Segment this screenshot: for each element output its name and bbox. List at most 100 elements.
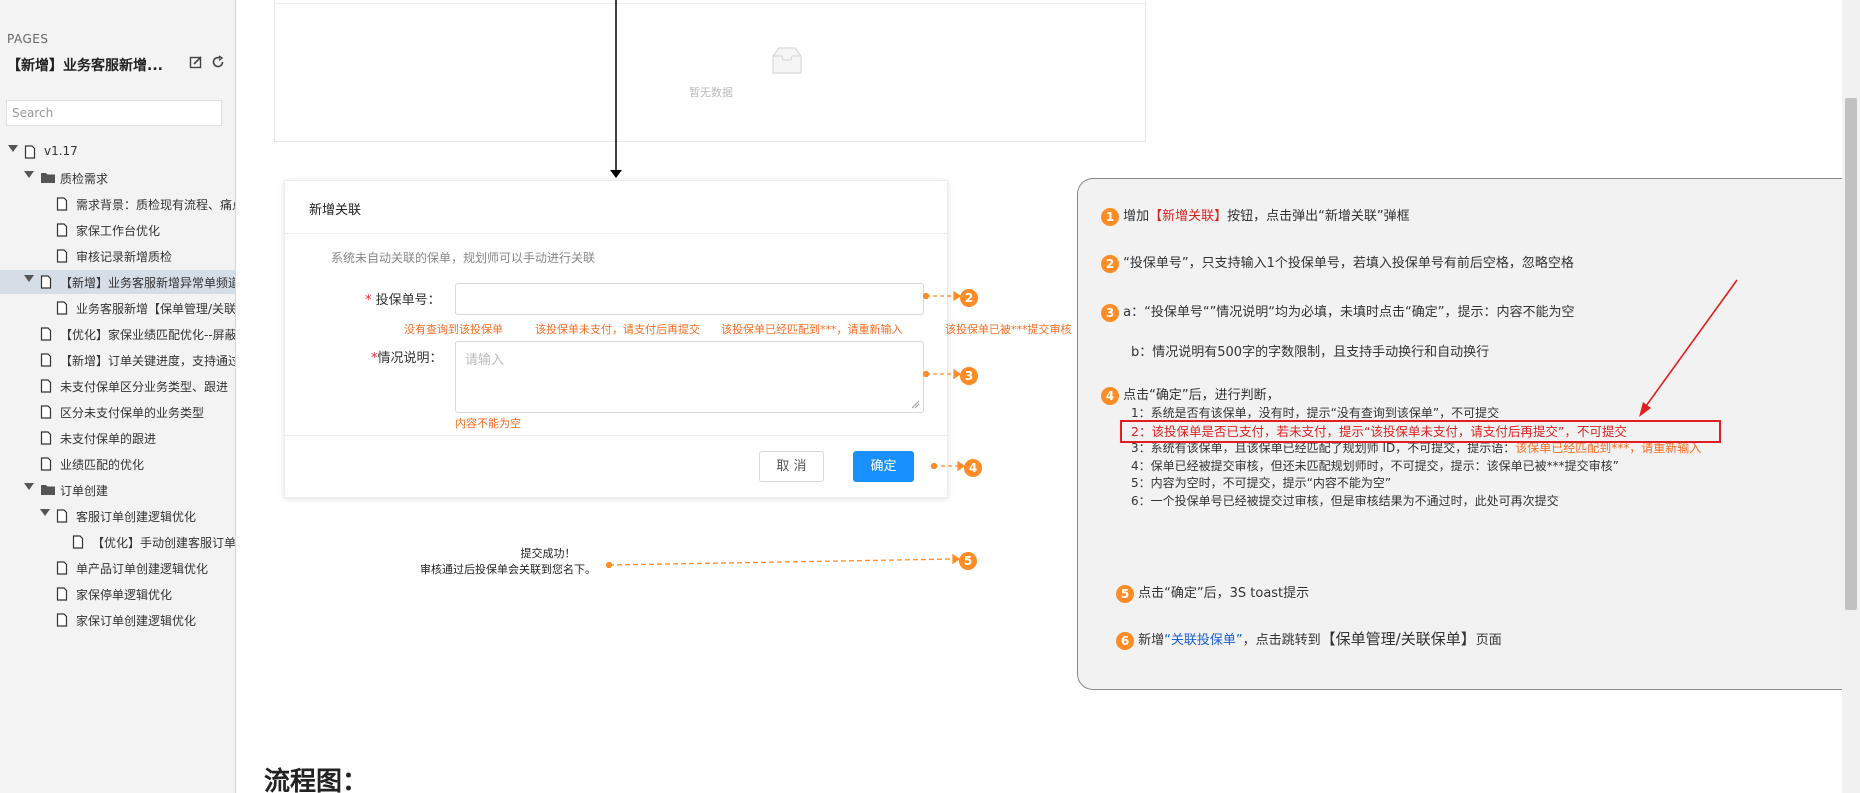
canvas: 暂无数据 新增关联 系统未自动关联的保单，规划师可以手动进行关联 * 投保单号：… [236, 0, 1860, 793]
rule-3-text: 3：系统有该保单，且该保单已经匹配了规划师 ID，不可提交，提示语： [1131, 441, 1516, 455]
caret-down-icon[interactable] [40, 509, 50, 516]
app: PAGES 【新增】业务客服新增... v1.17 质检需求需求背景：质检现有流程… [0, 0, 1860, 793]
tree-item[interactable]: 单产品订单创建逻辑优化 [0, 556, 235, 580]
tree-item-label: 客服订单创建逻辑优化 [76, 510, 197, 524]
tree-item[interactable]: 【新增】业务客服新增异常单频道 [0, 270, 236, 294]
annotation-2-badge: 2 [1101, 254, 1119, 273]
tree-item[interactable]: 【新增】订单关键进度，支持通过 [0, 348, 236, 372]
tree-item[interactable]: 需求背景：质检现有流程、痛点 [0, 192, 236, 216]
tree-item-label: 未支付保单的跟进 [60, 432, 157, 446]
edit-icon[interactable] [188, 55, 204, 71]
tree-item[interactable]: 客服订单创建逻辑优化 [0, 504, 235, 528]
page-icon [24, 145, 36, 162]
page-icon [56, 509, 68, 526]
tree-item-label: 【优化】家保业绩匹配优化--屏蔽 [60, 328, 236, 342]
section-heading: 流程图： [264, 767, 369, 793]
tree-item-label: 订单创建 [60, 484, 109, 498]
annotation-5-text: 点击“确定”后，3S toast提示 [1138, 586, 1310, 601]
tree-item[interactable]: 家保停单逻辑优化 [0, 582, 235, 606]
tree-item[interactable]: 未支付保单的跟进 [0, 426, 235, 450]
tree-item[interactable]: 审核记录新增质检 [0, 244, 235, 268]
tree-item[interactable]: 【优化】家保业绩匹配优化--屏蔽 [0, 322, 236, 346]
annotation-3: 3 a：“投保单号“”情况说明“均为必填，未填时点击“确定”，提示：内容不能为空 [1101, 301, 1575, 322]
tree-item-label: 未支付保单区分业务类型、跟进 [60, 380, 229, 394]
tree-item[interactable]: 家保订单创建逻辑优化 [0, 608, 235, 632]
tree-item-label: 需求背景：质检现有流程、痛点 [76, 198, 236, 212]
tree-item-label: 【优化】手动创建客服订单 [92, 536, 236, 550]
tree-item-label: 家保停单逻辑优化 [76, 588, 173, 602]
tree-item[interactable]: 业务客服新增【保单管理/关联】 [0, 296, 236, 320]
page-icon [56, 301, 68, 318]
annotation-6-mid: ，点击跳转到 [1242, 633, 1321, 648]
page-icon [40, 275, 52, 292]
tree-item[interactable]: 区分未支付保单的业务类型 [0, 400, 235, 424]
marker-4-badge: 4 [964, 458, 982, 477]
page-icon [56, 587, 68, 604]
annotation-6-pre: 新增 [1138, 633, 1165, 648]
tree-item-label: 区分未支付保单的业务类型 [60, 406, 205, 420]
folder-icon [40, 483, 56, 499]
annotation-3-line-a: a：“投保单号“”情况说明“均为必填，未填时点击“确定”，提示：内容不能为空 [1123, 305, 1575, 320]
caret-down-icon[interactable] [24, 275, 34, 282]
annotation-4: 4 点击“确定”后，进行判断， [1101, 384, 1280, 405]
annotation-1-badge: 1 [1101, 207, 1119, 226]
page-icon [56, 249, 68, 266]
caret-down-icon[interactable] [24, 483, 34, 490]
tree-item-label: 【新增】订单关键进度，支持通过 [60, 354, 236, 368]
highlight-box [1120, 420, 1721, 443]
page-icon [56, 223, 68, 240]
sidebar: PAGES 【新增】业务客服新增... v1.17 质检需求需求背景：质检现有流程… [0, 0, 236, 793]
tree-item[interactable]: 业绩匹配的优化 [0, 452, 235, 476]
tree-item-label: 家保工作台优化 [76, 224, 161, 238]
annotation-4-intro: 点击“确定”后，进行判断， [1123, 388, 1280, 403]
page-icon [40, 379, 52, 396]
marker-2: 2 [960, 287, 978, 307]
pages-label: PAGES [7, 32, 49, 46]
caret-down-icon[interactable] [24, 171, 34, 178]
rule-4: 4：保单已经被提交审核，但还未匹配规划师时，不可提交，提示：该保单已被***提交… [1131, 458, 1619, 473]
related-policy-link[interactable]: “关联投保单” [1164, 633, 1242, 648]
tree-item[interactable]: 质检需求 [0, 166, 235, 190]
annotation-6: 6 新增“关联投保单”，点击跳转到【保单管理/关联保单】页面 [1116, 628, 1502, 650]
toast-message: 提交成功！ [486, 546, 610, 561]
marker-2-badge: 2 [960, 288, 978, 307]
toast-line-2: 审核通过后投保单会关联到您名下。 [420, 563, 596, 576]
annotation-5: 5 点击“确定”后，3S toast提示 [1116, 582, 1309, 603]
tree-item-label: 业务客服新增【保单管理/关联】 [76, 302, 236, 316]
tree-item[interactable]: 家保工作台优化 [0, 218, 235, 242]
tree-item-label: 业绩匹配的优化 [60, 458, 145, 472]
doc-title[interactable]: 【新增】业务客服新增... [7, 55, 172, 75]
search-input[interactable] [6, 100, 222, 126]
marker-5: 5 [959, 550, 977, 570]
tree-item-label: 质检需求 [60, 172, 109, 186]
annotation-1: 1 增加【新增关联】按钮，点击弹出“新增关联”弹框 [1101, 205, 1410, 226]
scrollbar-thumb[interactable] [1845, 98, 1857, 610]
tree-item-label: 【新增】业务客服新增异常单频道 [60, 276, 236, 290]
annotation-5-badge: 5 [1116, 584, 1134, 603]
tree-item[interactable]: 未支付保单区分业务类型、跟进 [0, 374, 235, 398]
refresh-icon[interactable] [210, 55, 226, 71]
tree-item[interactable]: 【优化】手动创建客服订单 [0, 530, 236, 554]
vertical-scrollbar[interactable] [1842, 0, 1860, 793]
caret-down-icon[interactable] [8, 145, 18, 152]
marker-4: 4 [964, 457, 982, 477]
page-icon [56, 561, 68, 578]
tree-item-label: v1.17 [44, 144, 78, 158]
annotation-1-post: 按钮，点击弹出“新增关联”弹框 [1227, 209, 1410, 224]
rule-3-hint: 该保单已经匹配到***，请重新输入 [1515, 441, 1702, 455]
annotation-6-post: 页面 [1475, 633, 1502, 648]
marker-5-badge: 5 [959, 551, 977, 570]
page-icon [40, 457, 52, 474]
annotation-1-highlight: 【新增关联】 [1149, 209, 1228, 224]
annotation-6-badge: 6 [1116, 631, 1134, 650]
page-icon [40, 405, 52, 422]
toast-line-1: 提交成功！ [520, 547, 576, 560]
marker-3-badge: 3 [960, 366, 978, 385]
tree-item-label: 家保订单创建逻辑优化 [76, 614, 197, 628]
tree-item[interactable]: v1.17 [0, 140, 235, 164]
marker-3: 3 [960, 365, 978, 385]
tree-item[interactable]: 订单创建 [0, 478, 235, 502]
page-icon [56, 197, 68, 214]
rule-6: 6：一个投保单号已经被提交过审核，但是审核结果为不通过时，此处可再次提交 [1131, 493, 1559, 508]
annotation-2-text: “投保单号”，只支持输入1个投保单号，若填入投保单号有前后空格，忽略空格 [1123, 256, 1574, 271]
